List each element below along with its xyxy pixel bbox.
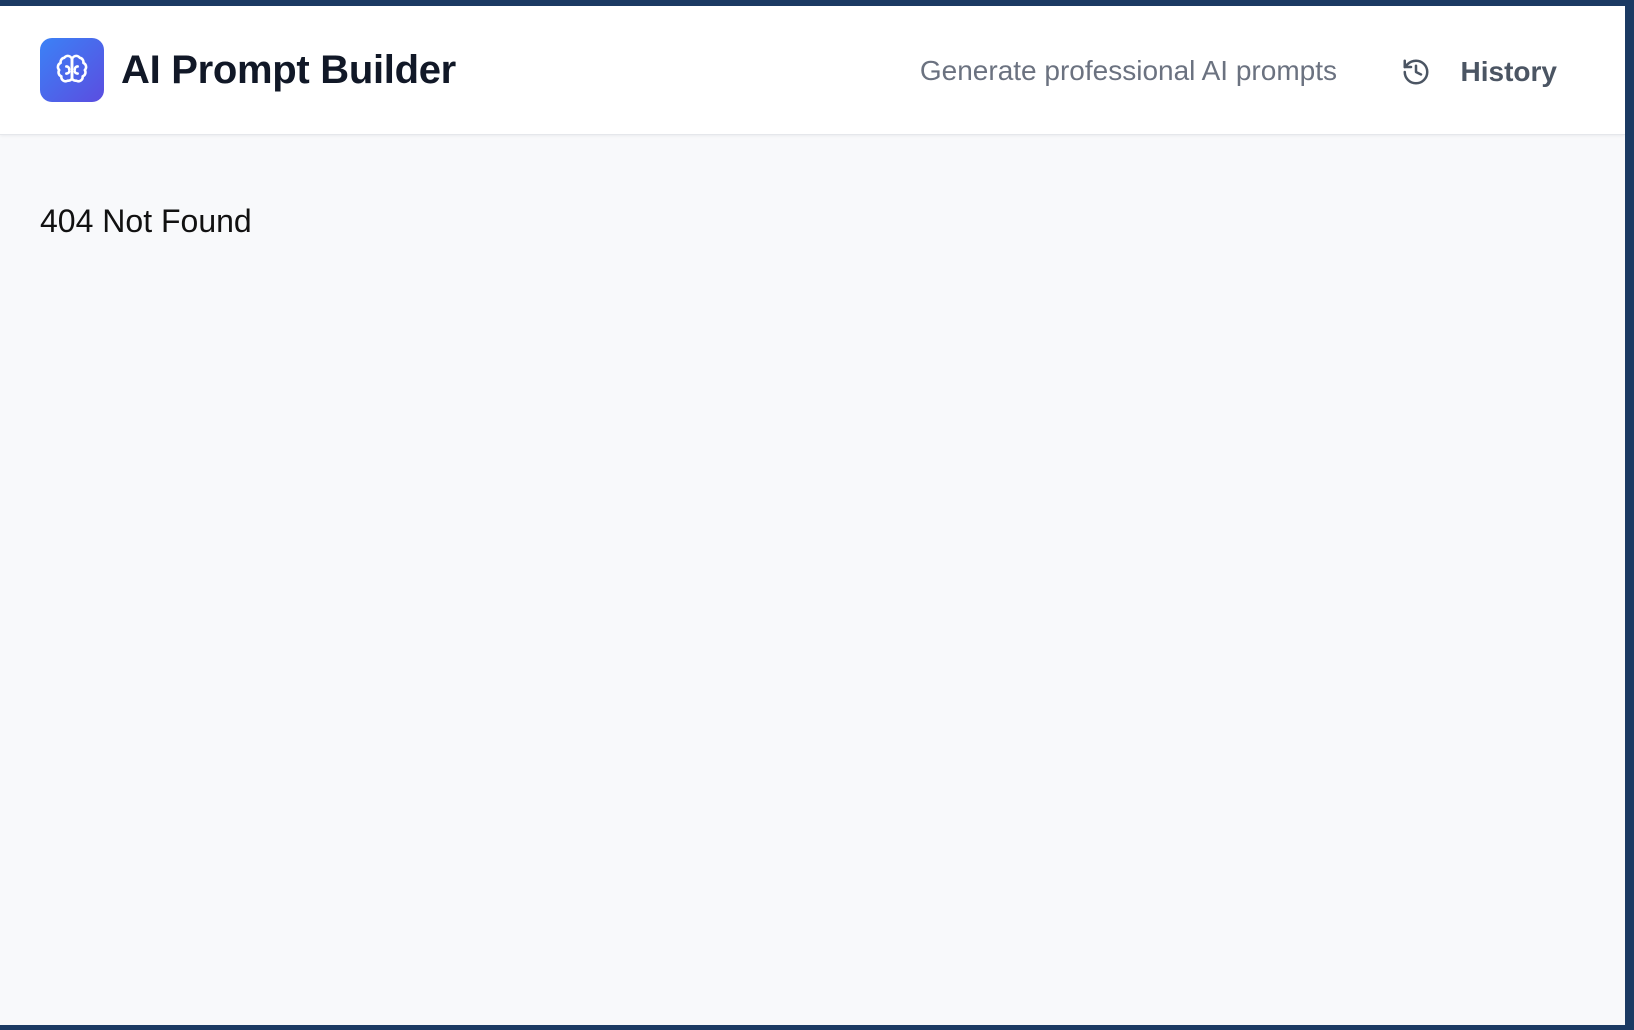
- brain-icon: [40, 38, 104, 102]
- not-found-message: 404 Not Found: [40, 203, 252, 239]
- history-button[interactable]: History: [1400, 46, 1557, 98]
- app-window: AI Prompt Builder Generate professional …: [0, 6, 1625, 1025]
- app-title: AI Prompt Builder: [121, 47, 456, 92]
- app-header: AI Prompt Builder Generate professional …: [0, 6, 1625, 135]
- main-content: 404 Not Found: [40, 202, 252, 240]
- history-icon: [1400, 56, 1432, 88]
- tagline: Generate professional AI prompts: [919, 55, 1337, 86]
- brand[interactable]: AI Prompt Builder: [40, 38, 456, 102]
- history-label: History: [1460, 56, 1557, 87]
